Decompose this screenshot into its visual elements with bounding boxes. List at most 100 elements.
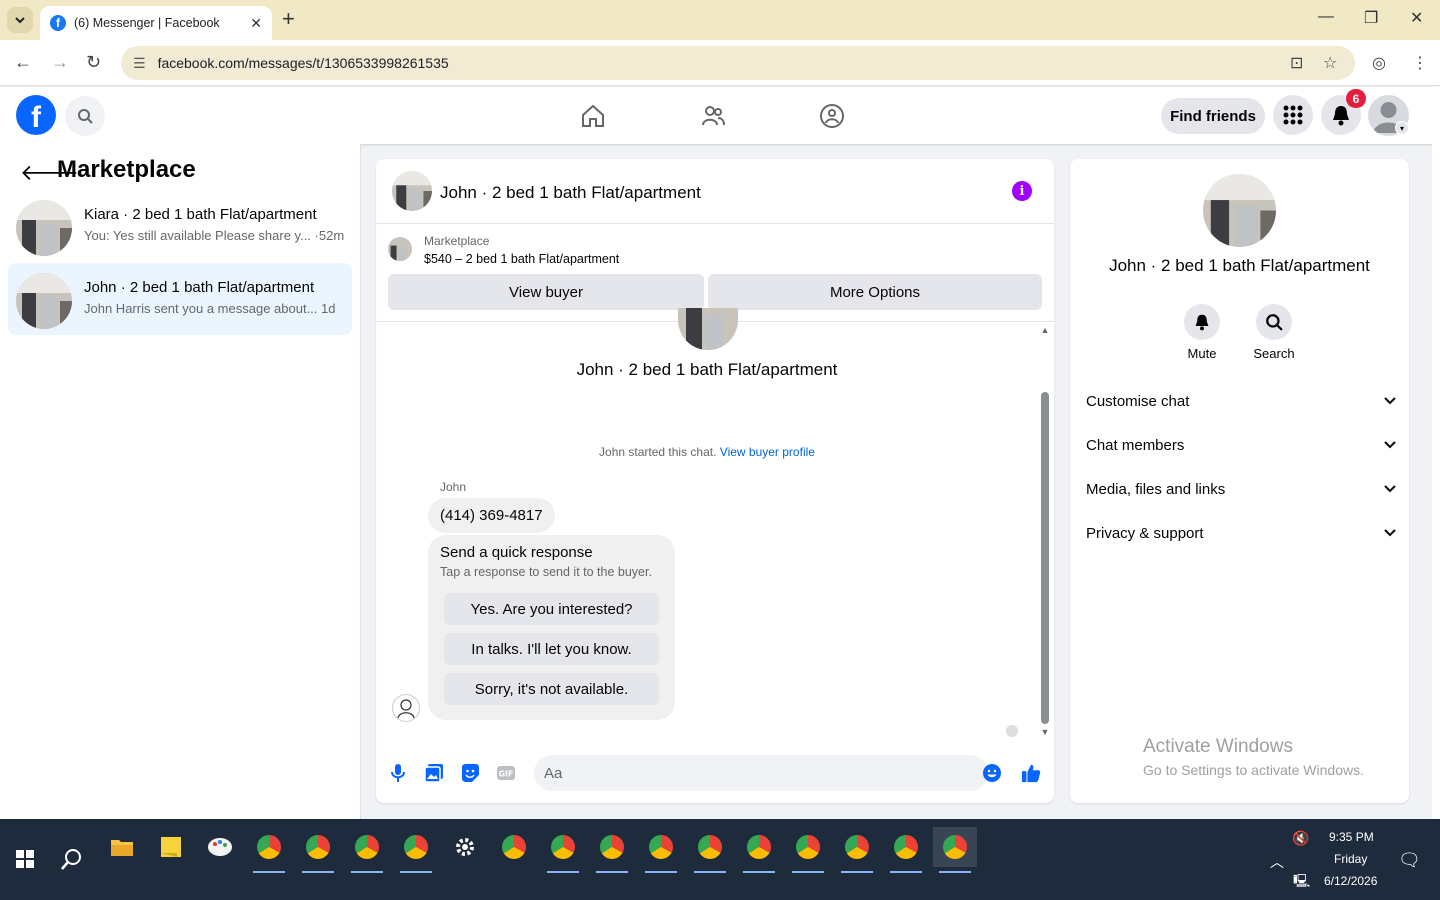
- quick-response-option[interactable]: Sorry, it's not available.: [444, 673, 659, 705]
- forward-button[interactable]: →: [51, 52, 69, 73]
- network-icon[interactable]: 🖳: [1293, 872, 1310, 894]
- chrome-profile-app[interactable]: [394, 827, 438, 873]
- chrome-profile-app[interactable]: [541, 827, 585, 873]
- chat-title[interactable]: John · 2 bed 1 bath Flat/apartment: [440, 183, 701, 203]
- conversation-preview: John Harris sent you a message about... …: [84, 301, 336, 316]
- chrome-profile-app[interactable]: [688, 827, 732, 873]
- listing-label: Marketplace: [424, 234, 490, 248]
- chrome-icon: [600, 835, 624, 859]
- start-button[interactable]: [16, 850, 34, 873]
- chrome-profile-app-active[interactable]: [933, 827, 977, 873]
- chrome-profile-app[interactable]: [639, 827, 683, 873]
- sticky-notes-app[interactable]: [149, 827, 193, 867]
- image-icon: [424, 764, 443, 783]
- more-options-button[interactable]: More Options: [708, 274, 1042, 310]
- tab-search-button[interactable]: [7, 7, 33, 33]
- customise-chat-section[interactable]: Customise chat: [1086, 386, 1396, 416]
- listing-thumbnail[interactable]: [388, 237, 412, 261]
- chat-avatar[interactable]: [392, 171, 432, 211]
- chrome-profile-app[interactable]: [786, 827, 830, 873]
- browser-menu-icon[interactable]: ⋮: [1412, 53, 1428, 73]
- search-action[interactable]: Search: [1244, 304, 1304, 361]
- chrome-profile-app[interactable]: [296, 827, 340, 873]
- sticker-button[interactable]: [460, 763, 480, 783]
- chrome-profile-app[interactable]: [884, 827, 928, 873]
- facebook-search-button[interactable]: [65, 96, 105, 136]
- info-icon[interactable]: i: [1012, 181, 1032, 201]
- chrome-profile-app[interactable]: [590, 827, 634, 873]
- chat-scrollbar-thumb[interactable]: [1041, 392, 1049, 724]
- chrome-profile-app[interactable]: [345, 827, 389, 873]
- clock-day[interactable]: Friday: [1334, 852, 1367, 866]
- chrome-icon: [845, 835, 869, 859]
- home-nav[interactable]: [578, 101, 608, 131]
- voice-clip-button[interactable]: [388, 763, 408, 783]
- account-caret-icon[interactable]: ▾: [1395, 121, 1409, 135]
- chrome-profile-app[interactable]: [247, 827, 291, 873]
- action-center-icon[interactable]: 🗨: [1398, 850, 1421, 871]
- address-bar[interactable]: ☰ facebook.com/messages/t/13065339982615…: [121, 46, 1355, 80]
- view-buyer-button[interactable]: View buyer: [388, 274, 704, 310]
- view-buyer-profile-link[interactable]: View buyer profile: [720, 445, 815, 459]
- chrome-app[interactable]: [492, 827, 536, 867]
- chrome-icon: [698, 835, 722, 859]
- menu-button[interactable]: [1273, 95, 1313, 135]
- find-friends-button[interactable]: Find friends: [1161, 98, 1265, 134]
- clock-date[interactable]: 6/12/2026: [1324, 874, 1377, 888]
- conversation-item[interactable]: Kiara · 2 bed 1 bath Flat/apartment You:…: [8, 190, 352, 262]
- conversation-item[interactable]: John · 2 bed 1 bath Flat/apartment John …: [8, 263, 352, 335]
- settings-app[interactable]: [443, 827, 487, 867]
- listing-photo: [16, 273, 72, 329]
- quick-response-option[interactable]: In talks. I'll let you know.: [444, 633, 659, 665]
- install-app-icon[interactable]: ⊡: [1290, 53, 1303, 73]
- chrome-icon: [551, 835, 575, 859]
- folder-icon: [111, 840, 133, 856]
- gif-button[interactable]: GIF: [496, 763, 516, 783]
- new-tab-button[interactable]: +: [282, 8, 295, 30]
- reload-button[interactable]: ↻: [86, 52, 101, 73]
- quick-response-option[interactable]: Yes. Are you interested?: [444, 593, 659, 625]
- listing-price[interactable]: $540 – 2 bed 1 bath Flat/apartment: [424, 252, 619, 266]
- activate-subtitle: Go to Settings to activate Windows.: [1143, 762, 1364, 778]
- search-in-chat-button[interactable]: [1256, 304, 1292, 340]
- chevron-down-icon: [1384, 441, 1396, 449]
- privacy-support-section[interactable]: Privacy & support: [1086, 518, 1396, 548]
- scroll-up-arrow[interactable]: ▲: [1038, 325, 1052, 335]
- message-input[interactable]: [534, 755, 988, 791]
- facebook-logo-icon[interactable]: f: [16, 95, 56, 135]
- emoji-button[interactable]: [982, 763, 1002, 783]
- windows-logo-icon: [16, 850, 34, 868]
- bookmark-star-icon[interactable]: ☆: [1323, 53, 1337, 73]
- sender-avatar[interactable]: [392, 694, 420, 722]
- back-button[interactable]: ←: [14, 52, 32, 73]
- attach-photo-button[interactable]: [424, 763, 444, 783]
- section-label: Customise chat: [1086, 392, 1190, 410]
- site-settings-icon[interactable]: ☰: [133, 55, 146, 72]
- chrome-profile-app[interactable]: [835, 827, 879, 873]
- paint-app[interactable]: [198, 827, 242, 867]
- media-files-links-section[interactable]: Media, files and links: [1086, 474, 1396, 504]
- like-button[interactable]: [1021, 763, 1041, 783]
- file-explorer-app[interactable]: [100, 827, 144, 867]
- browser-tab-messenger[interactable]: f (6) Messenger | Facebook ✕: [40, 6, 272, 40]
- taskbar-search-button[interactable]: [60, 847, 84, 876]
- message-bubble[interactable]: (414) 369-4817: [428, 498, 555, 533]
- volume-muted-icon[interactable]: 🔇: [1292, 830, 1309, 847]
- scroll-down-arrow[interactable]: ▼: [1038, 727, 1052, 737]
- page-scrollbar[interactable]: [1432, 87, 1440, 819]
- profile-icon[interactable]: ◎: [1372, 53, 1386, 73]
- clock-time[interactable]: 9:35 PM: [1329, 830, 1374, 844]
- window-close-button[interactable]: ✕: [1410, 8, 1423, 28]
- tab-close-icon[interactable]: ✕: [250, 15, 262, 32]
- friends-nav[interactable]: [698, 101, 728, 131]
- bell-icon: [1333, 106, 1349, 126]
- minimize-button[interactable]: —: [1318, 8, 1334, 26]
- mute-button[interactable]: [1184, 304, 1220, 340]
- chat-members-section[interactable]: Chat members: [1086, 430, 1396, 460]
- chrome-profile-app[interactable]: [737, 827, 781, 873]
- restore-button[interactable]: ❐: [1364, 8, 1378, 28]
- hidden-icons-chevron-icon[interactable]: ︿: [1270, 852, 1284, 872]
- mute-action[interactable]: Mute: [1172, 304, 1232, 361]
- chrome-icon: [502, 835, 526, 859]
- groups-nav[interactable]: [817, 101, 847, 131]
